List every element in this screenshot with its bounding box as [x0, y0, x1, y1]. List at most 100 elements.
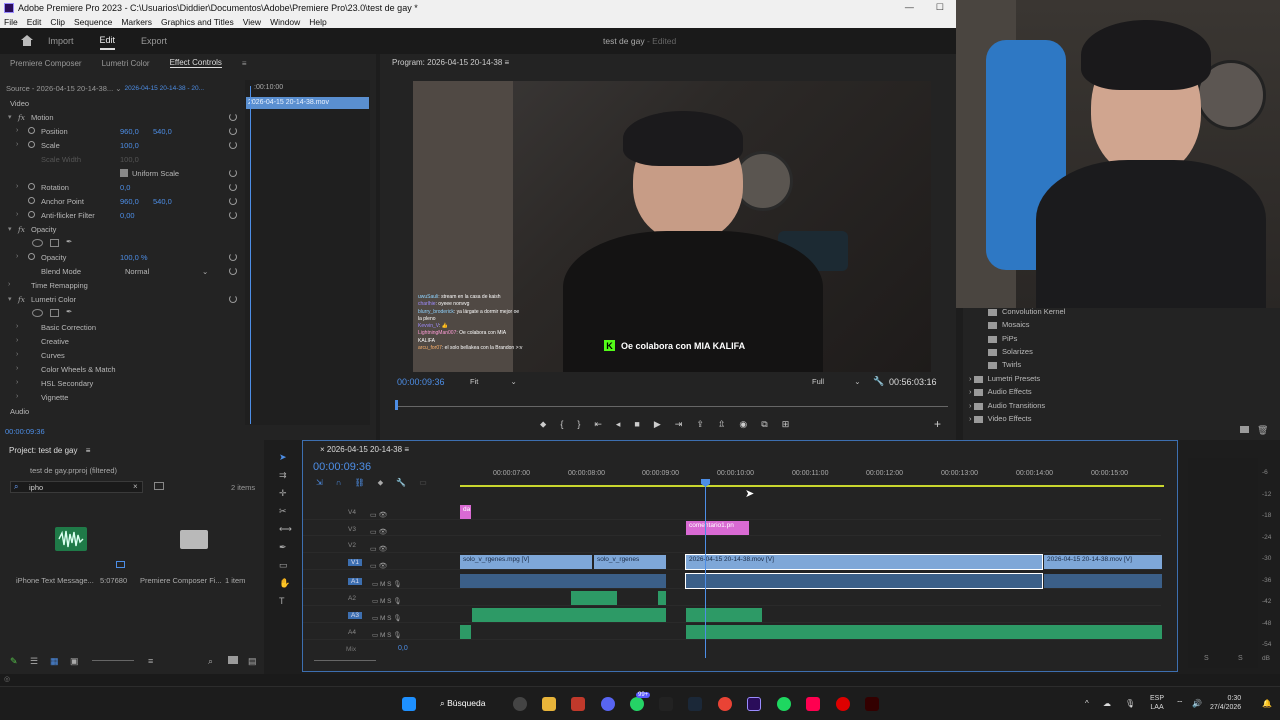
- tray-cloud-icon[interactable]: ☁: [1103, 699, 1111, 708]
- premiere-icon[interactable]: [747, 697, 761, 711]
- mute-solo-icon[interactable]: ▭ M S 🎙: [372, 610, 402, 627]
- toggle-sync-icon[interactable]: ▭ 👁: [370, 558, 387, 575]
- creative-row[interactable]: › Creative: [0, 337, 240, 351]
- sort-icon[interactable]: ≡: [148, 656, 153, 666]
- panel-menu-icon[interactable]: ≡: [86, 446, 91, 455]
- close-icon[interactable]: ×: [320, 445, 325, 454]
- program-timecode[interactable]: 00:00:09:36: [397, 377, 445, 387]
- expand-triangle-icon[interactable]: ▾: [8, 113, 12, 121]
- reset-icon[interactable]: [229, 127, 237, 135]
- menu-window[interactable]: Window: [270, 17, 300, 27]
- epic-games-icon[interactable]: [659, 697, 673, 711]
- menu-help[interactable]: Help: [309, 17, 326, 27]
- timeline-playhead[interactable]: [705, 480, 706, 658]
- notifications-icon[interactable]: 🔔: [1262, 699, 1272, 708]
- reset-icon[interactable]: [229, 183, 237, 191]
- whatsapp-icon[interactable]: [630, 697, 644, 711]
- reset-icon[interactable]: [229, 141, 237, 149]
- expand-triangle-icon[interactable]: ▾: [8, 295, 12, 303]
- clip-selector[interactable]: 2026-04-15 20-14-38 - 20...: [122, 84, 208, 98]
- pen-mask-icon[interactable]: ✒: [66, 307, 72, 316]
- expand-triangle-icon[interactable]: ›: [16, 323, 18, 330]
- track-label-v2[interactable]: V2: [348, 542, 356, 549]
- timeline-zoom-scrollbar[interactable]: [314, 660, 376, 661]
- menu-edit[interactable]: Edit: [27, 17, 42, 27]
- rectangle-tool-icon[interactable]: ▭: [279, 560, 289, 570]
- color-wheels-row[interactable]: › Color Wheels & Match: [0, 365, 240, 379]
- fx-icon[interactable]: fx: [18, 225, 25, 234]
- find-icon[interactable]: ⌕: [208, 656, 213, 667]
- menu-file[interactable]: File: [4, 17, 18, 27]
- clear-search-icon[interactable]: ×: [133, 482, 138, 491]
- expand-triangle-icon[interactable]: ›: [16, 253, 18, 260]
- expand-triangle-icon[interactable]: ›: [16, 183, 18, 190]
- new-item-icon[interactable]: ▤: [248, 656, 257, 667]
- discord-icon[interactable]: [601, 697, 615, 711]
- tray-chevron-icon[interactable]: ^: [1085, 699, 1089, 708]
- ec-clip-bar[interactable]: 2026-04-15 20-14-38.mov: [246, 97, 369, 109]
- effect-video-effects[interactable]: › Video Effects: [969, 414, 1032, 423]
- stopwatch-icon[interactable]: [28, 141, 35, 148]
- tab-edit[interactable]: Edit: [99, 32, 116, 50]
- menu-view[interactable]: View: [243, 17, 261, 27]
- ellipse-mask-icon[interactable]: [32, 309, 43, 317]
- track-label-v1[interactable]: V1: [348, 559, 362, 566]
- ellipse-mask-icon[interactable]: [32, 239, 43, 247]
- resolution-select[interactable]: Full ⌄: [812, 377, 862, 386]
- chrome-icon[interactable]: [718, 697, 732, 711]
- mark-out-icon[interactable]: }: [577, 419, 580, 429]
- menu-clip[interactable]: Clip: [50, 17, 65, 27]
- toggle-sync-icon[interactable]: ▭ 👁: [370, 541, 387, 558]
- stopwatch-icon[interactable]: [28, 211, 35, 218]
- zoom-select[interactable]: Fit ⌄: [470, 377, 520, 386]
- solo-right-button[interactable]: S: [1238, 655, 1243, 662]
- add-marker-icon[interactable]: ⬥: [378, 478, 384, 488]
- new-bin-icon[interactable]: [154, 482, 164, 490]
- work-area-bar[interactable]: [460, 485, 1164, 487]
- expand-triangle-icon[interactable]: ›: [16, 211, 18, 218]
- extract-icon[interactable]: ⇫: [718, 419, 726, 430]
- track-label-a2[interactable]: A2: [348, 595, 356, 602]
- expand-triangle-icon[interactable]: ›: [16, 351, 18, 358]
- vignette-row[interactable]: › Vignette: [0, 393, 240, 407]
- reset-icon[interactable]: [229, 253, 237, 261]
- tab-import[interactable]: Import: [48, 33, 74, 49]
- solo-left-button[interactable]: S: [1204, 655, 1209, 662]
- add-button-icon[interactable]: +: [934, 417, 941, 431]
- hsl-row[interactable]: › HSL Secondary: [0, 379, 240, 393]
- image-clip[interactable]: comentario1.pn: [686, 521, 749, 535]
- audio-waveform-thumbnail[interactable]: [55, 527, 87, 551]
- audio-clip[interactable]: [658, 591, 666, 605]
- expand-triangle-icon[interactable]: ›: [8, 281, 10, 288]
- effect-lumetri-presets[interactable]: › Lumetri Presets: [969, 374, 1040, 383]
- expand-triangle-icon[interactable]: ›: [16, 379, 18, 386]
- mute-solo-icon[interactable]: ▭ M S 🎙: [372, 576, 402, 593]
- settings-wrench-icon[interactable]: 🔧: [396, 478, 406, 488]
- video-clip-selected[interactable]: 2026-04-15 20-14-38.mov [V]: [685, 554, 1043, 570]
- export-frame-icon[interactable]: ◉: [739, 419, 747, 430]
- tab-premiere-composer[interactable]: Premiere Composer: [10, 59, 82, 68]
- track-label-a1[interactable]: A1: [348, 578, 362, 585]
- panel-menu-icon[interactable]: ≡: [404, 445, 409, 454]
- freeform-view-icon[interactable]: ▣: [70, 656, 79, 667]
- audio-clip-selected[interactable]: [685, 573, 1043, 589]
- scale-value[interactable]: 100,0: [120, 141, 139, 150]
- ec-playhead[interactable]: [250, 86, 251, 424]
- expand-triangle-icon[interactable]: ▾: [8, 225, 12, 233]
- app-icon[interactable]: [571, 697, 585, 711]
- icon-view-icon[interactable]: ▦: [50, 656, 59, 667]
- razor-tool-icon[interactable]: ✂: [279, 506, 289, 516]
- audio-clip[interactable]: [686, 625, 1162, 639]
- panel-menu-icon[interactable]: ≡: [505, 58, 510, 67]
- effect-audio-effects[interactable]: › Audio Effects: [969, 387, 1032, 396]
- opacity-group-row[interactable]: ▾ fx Opacity: [0, 225, 240, 239]
- track-select-icon[interactable]: ⇉: [279, 470, 289, 480]
- effect-twirls[interactable]: Twirls: [988, 360, 1021, 369]
- uniform-scale-checkbox[interactable]: [120, 169, 128, 177]
- effect-mosaics[interactable]: Mosaics: [988, 320, 1030, 329]
- taskbar-clock[interactable]: 0:30 27/4/2026: [1210, 694, 1241, 712]
- windows-start-icon[interactable]: [402, 697, 416, 711]
- delete-icon[interactable]: 🗑: [1257, 425, 1268, 436]
- ripple-edit-icon[interactable]: ✛: [279, 488, 289, 498]
- rectangle-mask-icon[interactable]: [50, 239, 59, 247]
